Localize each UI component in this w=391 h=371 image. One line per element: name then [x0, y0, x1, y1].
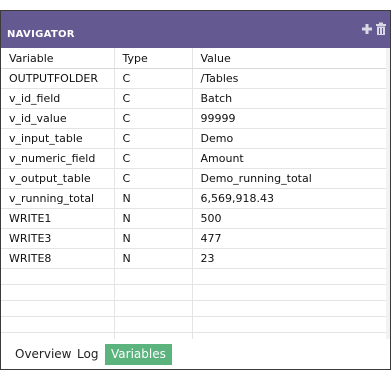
empty-cell	[113, 316, 192, 333]
column-header-value[interactable]: Value	[191, 48, 386, 69]
cell-type: N	[113, 228, 192, 249]
table-row[interactable]: WRITE8 N 23	[1, 248, 386, 269]
cell-value: Demo_running_total	[191, 168, 386, 189]
plus-icon[interactable]	[361, 21, 373, 35]
column-header-variable[interactable]: Variable	[1, 48, 114, 69]
empty-row	[1, 284, 386, 301]
header-row: Variable Type Value	[1, 48, 386, 69]
empty-row	[1, 268, 386, 285]
vertical-scrollbar[interactable]	[386, 48, 390, 339]
empty-cell	[1, 284, 114, 301]
empty-cell	[191, 332, 386, 339]
panel-actions	[361, 21, 387, 35]
cell-value: 6,569,918.43	[191, 188, 386, 209]
cell-value: 23	[191, 248, 386, 269]
cell-variable: WRITE1	[1, 208, 114, 229]
column-header-type[interactable]: Type	[113, 48, 192, 69]
variables-table: Variable Type Value OUTPUTFOLDER C/Tables…	[1, 48, 386, 339]
cell-type: C	[113, 88, 192, 109]
cell-variable: v_output_table	[1, 168, 114, 189]
bottom-tabs: Overview Log Variables	[1, 344, 390, 369]
navigator-panel: NAVIGATOR Variable Type Value OUTPUTFOLD…	[0, 10, 391, 370]
panel-titlebar: NAVIGATOR	[1, 11, 390, 48]
empty-cell	[1, 332, 114, 339]
cell-variable: OUTPUTFOLDER	[1, 68, 114, 89]
cell-variable: v_numeric_field	[1, 148, 114, 169]
empty-cell	[191, 316, 386, 333]
table-row[interactable]: v_running_total N 6,569,918.43	[1, 188, 386, 209]
empty-cell	[113, 284, 192, 301]
empty-cell	[191, 300, 386, 317]
panel-title: NAVIGATOR	[7, 29, 75, 40]
table-row[interactable]: WRITE1 N 500	[1, 208, 386, 229]
table-row[interactable]: v_numeric_field C Amount	[1, 148, 386, 169]
table-row[interactable]: WRITE3 N 477	[1, 228, 386, 249]
cell-type: C	[113, 168, 192, 189]
cell-value: Demo	[191, 128, 386, 149]
empty-row	[1, 332, 386, 339]
cell-value: Amount	[191, 148, 386, 169]
trash-icon[interactable]	[375, 21, 387, 35]
cell-value: 500	[191, 208, 386, 229]
cell-value: 477	[191, 228, 386, 249]
cell-type: C	[113, 128, 192, 149]
cell-value: 99999	[191, 108, 386, 129]
tab-overview[interactable]: Overview	[9, 344, 78, 365]
cell-variable: v_id_value	[1, 108, 114, 129]
empty-cell	[113, 300, 192, 317]
table-row[interactable]: v_input_table C Demo	[1, 128, 386, 149]
cell-value: /Tables	[191, 68, 386, 89]
cell-type: C	[113, 68, 192, 89]
empty-row	[1, 300, 386, 317]
empty-cell	[191, 284, 386, 301]
grid-body: OUTPUTFOLDER C/Tables v_id_field C Batch v_id…	[1, 68, 386, 339]
empty-cell	[191, 268, 386, 285]
cell-value: Batch	[191, 88, 386, 109]
table-row[interactable]: v_id_value C 99999	[1, 108, 386, 129]
cell-type: C	[113, 148, 192, 169]
cell-type: N	[113, 248, 192, 269]
tab-log[interactable]: Log	[71, 344, 104, 365]
cell-type: C	[113, 108, 192, 129]
cell-variable: v_input_table	[1, 128, 114, 149]
empty-cell	[1, 300, 114, 317]
table-row[interactable]: OUTPUTFOLDER C/Tables	[1, 68, 386, 89]
empty-row	[1, 316, 386, 333]
tab-variables[interactable]: Variables	[105, 344, 172, 365]
cell-type: N	[113, 188, 192, 209]
cell-variable: WRITE8	[1, 248, 114, 269]
empty-cell	[113, 268, 192, 285]
empty-cell	[1, 316, 114, 333]
table-row[interactable]: v_id_field C Batch	[1, 88, 386, 109]
empty-cell	[113, 332, 192, 339]
empty-cell	[1, 268, 114, 285]
cell-variable: WRITE3	[1, 228, 114, 249]
cell-type: N	[113, 208, 192, 229]
cell-variable: v_id_field	[1, 88, 114, 109]
variables-grid: Variable Type Value OUTPUTFOLDER C/Tables…	[1, 48, 390, 339]
cell-variable: v_running_total	[1, 188, 114, 209]
table-row[interactable]: v_output_table C Demo_running_total	[1, 168, 386, 189]
